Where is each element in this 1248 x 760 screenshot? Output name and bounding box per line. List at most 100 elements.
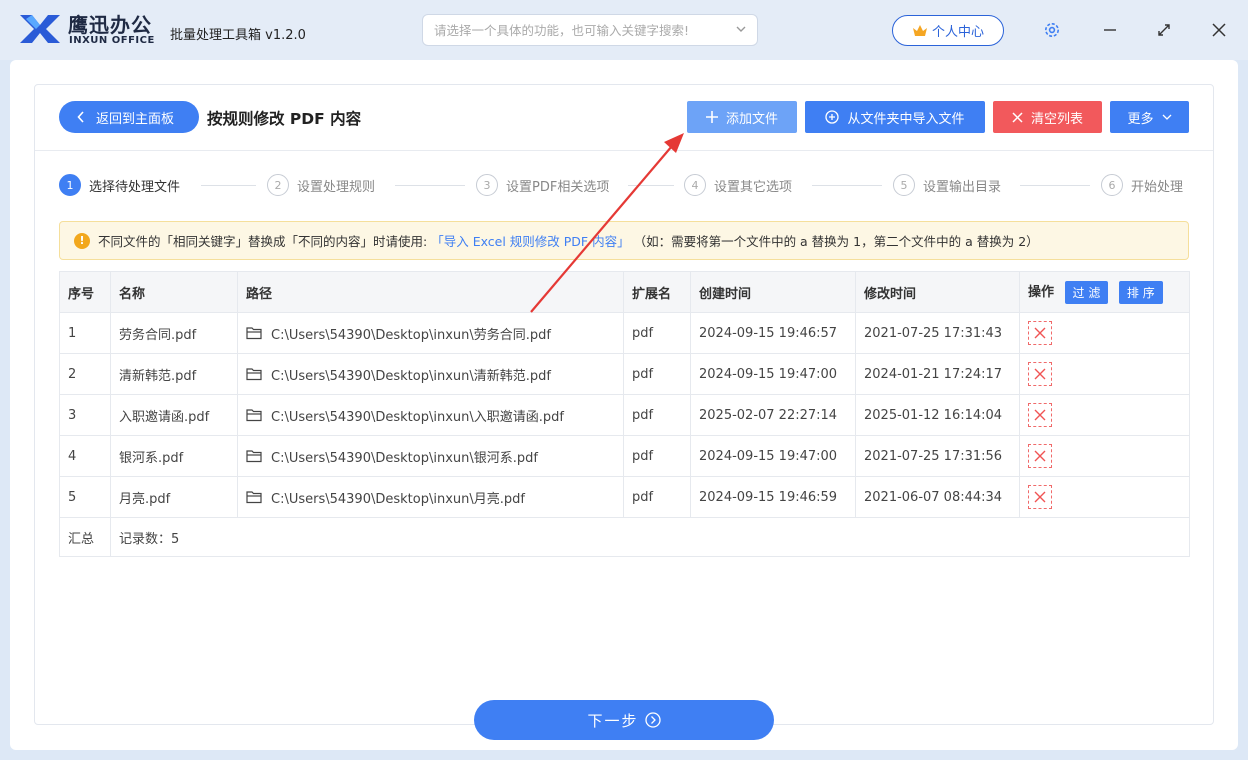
step-label: 设置PDF相关选项 <box>506 179 610 195</box>
table-row[interactable]: 3 入职邀请函.pdf C:\Users\54390\Desktop\inxun… <box>59 394 1190 436</box>
step-connector <box>812 185 882 186</box>
summary-row: 汇总 记录数：5 <box>59 517 1190 557</box>
cell-name: 清新韩范.pdf <box>110 353 238 395</box>
folder-icon[interactable] <box>246 490 262 504</box>
x-icon <box>1034 409 1046 421</box>
cell-modified: 2021-07-25 17:31:43 <box>855 312 1020 354</box>
path-text: C:\Users\54390\Desktop\inxun\入职邀请函.pdf <box>271 409 564 425</box>
excel-rule-link[interactable]: 「导入 Excel 规则修改 PDF 内容」 <box>431 231 629 250</box>
step-2: 2 设置处理规则 <box>267 174 375 196</box>
table-header-row: 序号 名称 路径 扩展名 创建时间 修改时间 操作 过 滤 排 序 <box>59 271 1190 313</box>
folder-icon[interactable] <box>246 326 262 340</box>
plus-icon <box>705 111 718 123</box>
x-icon <box>1034 450 1046 462</box>
step-connector <box>1020 185 1090 186</box>
cell-path: C:\Users\54390\Desktop\inxun\银河系.pdf <box>237 435 624 477</box>
import-folder-button[interactable]: 从文件夹中导入文件 <box>805 101 985 133</box>
delete-row-button[interactable] <box>1028 321 1052 345</box>
delete-row-button[interactable] <box>1028 362 1052 386</box>
step-number: 3 <box>476 174 498 196</box>
close-icon[interactable] <box>1207 18 1231 42</box>
back-label: 返回到主面板 <box>96 111 175 127</box>
summary-label: 汇总 <box>59 517 111 557</box>
cell-ext: pdf <box>623 476 691 518</box>
step-label: 设置处理规则 <box>297 179 376 195</box>
cell-path: C:\Users\54390\Desktop\inxun\入职邀请函.pdf <box>237 394 624 436</box>
step-connector <box>395 185 465 186</box>
arrow-right-circle-icon <box>644 712 661 728</box>
step-label: 选择待处理文件 <box>89 179 181 195</box>
cell-ext: pdf <box>623 312 691 354</box>
search-input[interactable] <box>422 14 758 46</box>
clear-list-button[interactable]: 清空列表 <box>993 101 1102 133</box>
chevron-left-icon <box>77 111 84 123</box>
clear-list-label: 清空列表 <box>1030 111 1083 127</box>
cell-modified: 2025-01-12 16:14:04 <box>855 394 1020 436</box>
folder-icon[interactable] <box>246 408 262 422</box>
sort-button[interactable]: 排 序 <box>1118 280 1163 304</box>
cell-path: C:\Users\54390\Desktop\inxun\月亮.pdf <box>237 476 624 518</box>
more-button[interactable]: 更多 <box>1110 101 1189 133</box>
cell-modified: 2024-01-21 17:24:17 <box>855 353 1020 395</box>
maximize-icon[interactable] <box>1152 18 1176 42</box>
back-to-dashboard-button[interactable]: 返回到主面板 <box>59 101 199 133</box>
col-created: 创建时间 <box>690 271 856 313</box>
chevron-down-icon[interactable] <box>734 22 748 36</box>
gear-icon[interactable] <box>1040 18 1064 42</box>
step-connector <box>628 185 674 186</box>
cell-ext: pdf <box>623 394 691 436</box>
step-4: 4 设置其它选项 <box>684 174 792 196</box>
filter-button[interactable]: 过 滤 <box>1064 280 1109 304</box>
minimize-icon[interactable] <box>1098 18 1122 42</box>
file-table: 序号 名称 路径 扩展名 创建时间 修改时间 操作 过 滤 排 序 1 劳务合同… <box>59 271 1190 557</box>
cell-action <box>1019 312 1190 354</box>
table-row[interactable]: 4 银河系.pdf C:\Users\54390\Desktop\inxun\银… <box>59 435 1190 477</box>
path-text: C:\Users\54390\Desktop\inxun\银河系.pdf <box>271 450 538 466</box>
step-label: 设置输出目录 <box>923 179 1002 195</box>
path-text: C:\Users\54390\Desktop\inxun\月亮.pdf <box>271 491 525 507</box>
cell-index: 1 <box>59 312 111 354</box>
step-3: 3 设置PDF相关选项 <box>476 174 609 196</box>
path-text: C:\Users\54390\Desktop\inxun\劳务合同.pdf <box>271 327 551 343</box>
add-file-label: 添加文件 <box>725 111 778 127</box>
delete-row-button[interactable] <box>1028 403 1052 427</box>
x-icon <box>1034 491 1046 503</box>
cell-created: 2024-09-15 19:46:57 <box>690 312 856 354</box>
step-label: 开始处理 <box>1131 179 1184 195</box>
step-number: 2 <box>267 174 289 196</box>
cell-ext: pdf <box>623 435 691 477</box>
step-label: 设置其它选项 <box>714 179 793 195</box>
add-file-button[interactable]: 添加文件 <box>687 101 797 133</box>
cell-name: 月亮.pdf <box>110 476 238 518</box>
import-folder-label: 从文件夹中导入文件 <box>847 111 965 127</box>
cell-index: 5 <box>59 476 111 518</box>
cell-created: 2024-09-15 19:47:00 <box>690 353 856 395</box>
table-row[interactable]: 2 清新韩范.pdf C:\Users\54390\Desktop\inxun\… <box>59 353 1190 395</box>
delete-row-button[interactable] <box>1028 485 1052 509</box>
col-path: 路径 <box>237 271 624 313</box>
cell-created: 2024-09-15 19:47:00 <box>690 435 856 477</box>
folder-icon[interactable] <box>246 449 262 463</box>
notice-text: 不同文件的「相同关键字」替换成「不同的内容」时请使用: <box>98 234 428 249</box>
notice-example: （如：需要将第一个文件中的 a 替换为 1，第二个文件中的 a 替换为 2） <box>633 234 1039 249</box>
summary-count: 记录数：5 <box>110 517 1190 557</box>
next-step-button[interactable]: 下一步 <box>474 700 774 740</box>
cell-created: 2025-02-07 22:27:14 <box>690 394 856 436</box>
cell-path: C:\Users\54390\Desktop\inxun\劳务合同.pdf <box>237 312 624 354</box>
step-number: 5 <box>893 174 915 196</box>
more-label: 更多 <box>1127 111 1154 127</box>
cell-index: 4 <box>59 435 111 477</box>
delete-row-button[interactable] <box>1028 444 1052 468</box>
folder-icon[interactable] <box>246 367 262 381</box>
cell-index: 3 <box>59 394 111 436</box>
path-text: C:\Users\54390\Desktop\inxun\清新韩范.pdf <box>271 368 551 384</box>
cell-action <box>1019 394 1190 436</box>
next-step-label: 下一步 <box>587 711 639 730</box>
table-row[interactable]: 1 劳务合同.pdf C:\Users\54390\Desktop\inxun\… <box>59 312 1190 354</box>
inxun-logo-icon <box>20 15 60 43</box>
col-action: 操作 过 滤 排 序 <box>1019 271 1190 313</box>
user-center-button[interactable]: 个人中心 <box>892 15 1004 46</box>
table-row[interactable]: 5 月亮.pdf C:\Users\54390\Desktop\inxun\月亮… <box>59 476 1190 518</box>
cell-path: C:\Users\54390\Desktop\inxun\清新韩范.pdf <box>237 353 624 395</box>
cell-action <box>1019 353 1190 395</box>
